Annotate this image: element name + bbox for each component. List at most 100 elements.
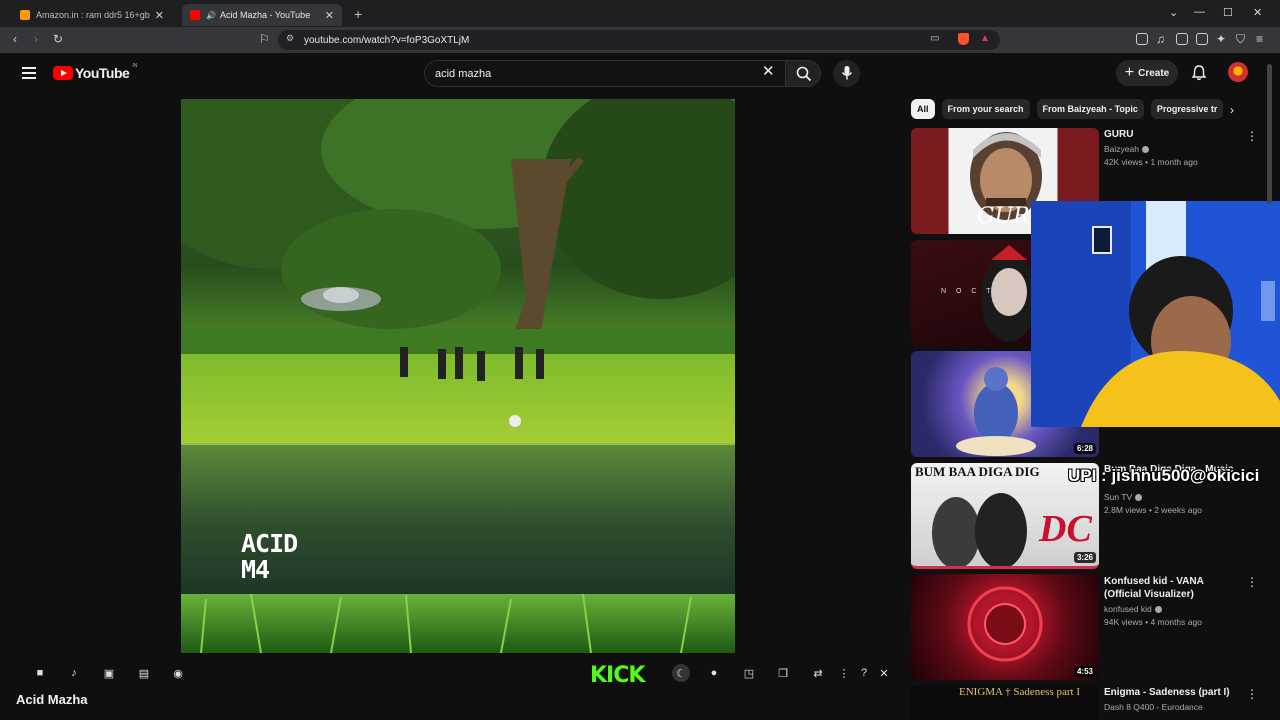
- svg-text:DC: DC: [1038, 508, 1092, 550]
- voice-search-button[interactable]: [833, 60, 860, 87]
- close-tab-icon[interactable]: ✕: [155, 9, 164, 22]
- video-meta: 42K views • 1 month ago: [1104, 157, 1198, 167]
- video-title: Acid Mazha: [16, 692, 88, 707]
- tab-title: Acid Mazha - YouTube: [219, 10, 311, 20]
- close-tab-icon[interactable]: ✕: [325, 9, 334, 22]
- clear-search-icon[interactable]: ✕: [762, 64, 775, 79]
- channel-name[interactable]: konfused kid: [1104, 604, 1162, 614]
- acid-logo-line2: M4: [241, 555, 270, 584]
- acid-overlay-logo: ACID M4: [241, 529, 298, 584]
- video-meta: 94K views • 4 months ago: [1104, 617, 1202, 627]
- loop-icon[interactable]: ⇄: [811, 666, 825, 680]
- playlist-icon[interactable]: ❐: [776, 666, 790, 680]
- new-tab-button[interactable]: +: [354, 6, 362, 22]
- video-meta: 2.8M views • 2 weeks ago: [1104, 505, 1202, 515]
- webcam-overlay: [1031, 201, 1280, 427]
- amazon-favicon-icon: [20, 10, 30, 20]
- thumbnail-title: ENIGMA † Sadeness part I: [959, 686, 1080, 698]
- miniplayer-icon[interactable]: ◳: [742, 666, 756, 680]
- thumbnail-title: N O C T: [941, 288, 995, 295]
- wallet-icon[interactable]: [1196, 33, 1208, 45]
- browser-tab-amazon[interactable]: Amazon.in : ram ddr5 16+gb ✕: [12, 4, 172, 26]
- channel-name-text: konfused kid: [1104, 604, 1152, 614]
- channel-name[interactable]: Dash 8 Q400 - Eurodance: [1104, 702, 1203, 712]
- close-icon[interactable]: ✕: [877, 666, 891, 680]
- video-thumbnail[interactable]: ENIGMA † Sadeness part I: [911, 685, 1099, 720]
- cast-icon[interactable]: ▭: [930, 33, 939, 44]
- scrollbar[interactable]: [1267, 64, 1272, 204]
- maximize-button[interactable]: ☐: [1223, 6, 1233, 19]
- image-icon[interactable]: ▣: [102, 666, 116, 680]
- media-icon[interactable]: ♫: [1156, 32, 1165, 46]
- verified-icon: [1154, 606, 1162, 614]
- minimize-button[interactable]: —: [1194, 6, 1205, 18]
- tab-search-icon[interactable]: ⌄: [1169, 6, 1178, 19]
- channel-name[interactable]: Sun TV: [1104, 492, 1143, 502]
- close-window-button[interactable]: ✕: [1253, 6, 1262, 19]
- speaker-icon[interactable]: 🔊: [206, 11, 216, 20]
- address-bar[interactable]: ⚙ youtube.com/watch?v=foP3GoXTLjM ▭ ▲: [278, 30, 1000, 50]
- dark-mode-icon[interactable]: ☾: [672, 664, 690, 682]
- lightbulb-icon[interactable]: ●: [707, 666, 721, 680]
- list-item[interactable]: 4:53 Konfused kid - VANA (Official Visua…: [911, 574, 1271, 680]
- vpn-icon[interactable]: ⛉: [1236, 32, 1245, 47]
- leo-ai-icon[interactable]: ✦: [1216, 32, 1226, 46]
- chip-from-baizyeah[interactable]: From Baizyeah - Topic: [1036, 99, 1144, 119]
- search-icon: [796, 66, 812, 82]
- video-player[interactable]: ACID M4: [181, 99, 735, 653]
- more-options-icon[interactable]: ⋮: [837, 666, 851, 680]
- filter-chips: All From your search From Baizyeah - Top…: [911, 99, 1229, 119]
- music-note-icon[interactable]: ♪: [67, 666, 81, 680]
- reload-icon[interactable]: ↻: [53, 32, 63, 46]
- site-info-icon[interactable]: ⚙: [286, 33, 294, 44]
- verified-icon: [1141, 146, 1149, 154]
- create-button[interactable]: + Create: [1116, 60, 1178, 86]
- search-button[interactable]: [785, 60, 821, 87]
- upi-overlay-text: UPI : jishnu500@okicici: [1068, 466, 1260, 485]
- microphone-icon: [841, 66, 853, 80]
- acid-logo-line1: ACID: [241, 529, 298, 558]
- video-title[interactable]: GURU: [1104, 128, 1242, 141]
- browser-tab-youtube[interactable]: 🔊 Acid Mazha - YouTube ✕: [182, 4, 342, 26]
- search-input[interactable]: acid mazha: [424, 60, 786, 87]
- youtube-favicon-icon: [190, 10, 200, 20]
- search-query: acid mazha: [435, 67, 492, 80]
- extensions-icon[interactable]: [1136, 33, 1148, 45]
- help-icon[interactable]: ?: [857, 666, 871, 680]
- video-duration: 4:53: [1073, 666, 1096, 677]
- chip-from-your-search[interactable]: From your search: [941, 99, 1030, 119]
- menu-icon[interactable]: ≡: [1256, 32, 1263, 46]
- captions-icon[interactable]: ▤: [137, 666, 151, 680]
- webcam-feed: [1031, 201, 1280, 427]
- brave-rewards-icon[interactable]: ▲: [980, 33, 990, 44]
- video-thumbnail[interactable]: 4:53: [911, 574, 1099, 680]
- forward-icon[interactable]: ›: [34, 32, 38, 46]
- sidebar-icon[interactable]: [1176, 33, 1188, 45]
- channel-name[interactable]: Baizyeah: [1104, 144, 1149, 154]
- more-actions-icon[interactable]: ⋮: [1246, 130, 1258, 142]
- more-actions-icon[interactable]: ⋮: [1246, 688, 1258, 700]
- camera-icon[interactable]: ■: [33, 666, 47, 680]
- chip-all[interactable]: All: [911, 99, 935, 119]
- browser-tab-bar: Amazon.in : ram ddr5 16+gb ✕ 🔊 Acid Mazh…: [0, 0, 1280, 27]
- youtube-header: YouTube IN acid mazha ✕ + Create: [0, 53, 1280, 93]
- chips-next-chevron-icon[interactable]: ›: [1230, 103, 1234, 117]
- video-duration: 6:28: [1073, 443, 1096, 454]
- brave-shield-icon[interactable]: [958, 33, 969, 45]
- channel-name-text: Baizyeah: [1104, 144, 1139, 154]
- list-item[interactable]: ENIGMA † Sadeness part I Enigma - Sadene…: [911, 685, 1271, 720]
- browser-toolbar: ‹ › ↻ ⚐ ⚙ youtube.com/watch?v=foP3GoXTLj…: [0, 27, 1280, 53]
- verified-icon: [1135, 494, 1143, 502]
- chip-progressive[interactable]: Progressive tr: [1150, 99, 1224, 119]
- more-actions-icon[interactable]: ⋮: [1246, 576, 1258, 588]
- back-icon[interactable]: ‹: [13, 32, 17, 46]
- avatar[interactable]: [1228, 62, 1248, 82]
- guide-menu-icon[interactable]: [22, 67, 36, 79]
- screenshot-icon[interactable]: ◉: [171, 666, 185, 680]
- youtube-logo[interactable]: YouTube IN: [53, 63, 137, 81]
- bookmark-icon[interactable]: ⚐: [259, 32, 270, 46]
- video-title[interactable]: Enigma - Sadeness (part I): [1104, 686, 1242, 699]
- notifications-bell-icon[interactable]: [1191, 64, 1207, 81]
- youtube-play-icon: [53, 66, 73, 80]
- video-title[interactable]: Konfused kid - VANA (Official Visualizer…: [1104, 575, 1242, 601]
